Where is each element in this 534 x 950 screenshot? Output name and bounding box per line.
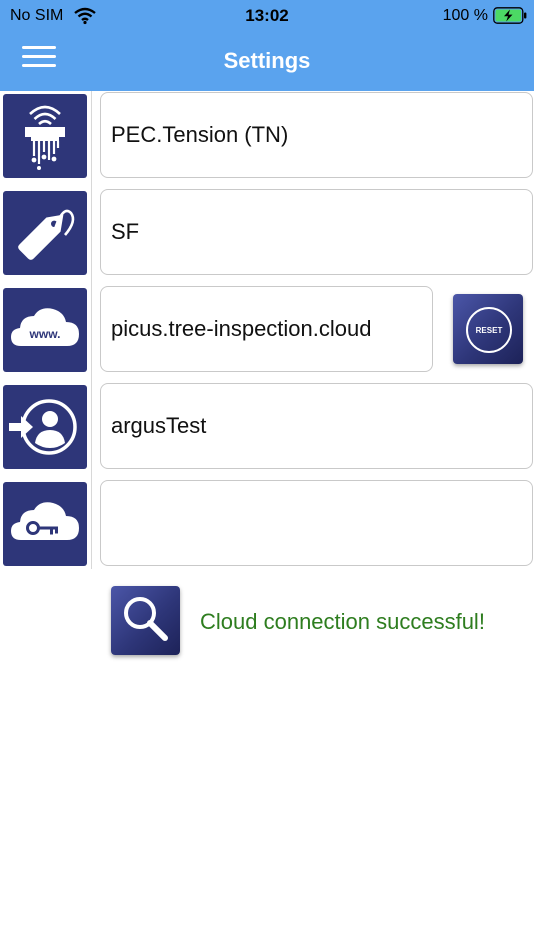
cloud-key-icon — [3, 482, 87, 566]
tag-field[interactable]: SF — [100, 189, 533, 275]
device-name-field[interactable]: PEC.Tension (TN) — [100, 92, 533, 178]
svg-text:www.: www. — [29, 327, 61, 341]
reset-button[interactable]: RESET — [453, 294, 523, 364]
status-bar: No SIM 13:02 100 % — [0, 0, 534, 32]
battery-percentage: 100 % — [442, 7, 488, 24]
connection-status-message: Cloud connection successful! — [200, 609, 485, 634]
tag-icon — [3, 191, 87, 275]
tension-sensor-icon — [3, 94, 87, 178]
username-field[interactable]: argusTest — [100, 383, 533, 469]
user-login-icon — [3, 385, 87, 469]
page-title: Settings — [223, 48, 311, 73]
server-url-field[interactable]: picus.tree-inspection.cloud — [100, 286, 433, 372]
test-connection-button[interactable] — [111, 586, 180, 655]
magnifier-icon — [124, 597, 168, 641]
reset-button-label: RESET — [466, 307, 512, 353]
www-cloud-icon: www. — [3, 288, 87, 372]
api-key-field[interactable] — [100, 480, 533, 566]
navigation-bar: Settings — [0, 32, 534, 91]
icon-column-divider — [91, 91, 92, 569]
battery-charging-icon — [493, 7, 527, 24]
